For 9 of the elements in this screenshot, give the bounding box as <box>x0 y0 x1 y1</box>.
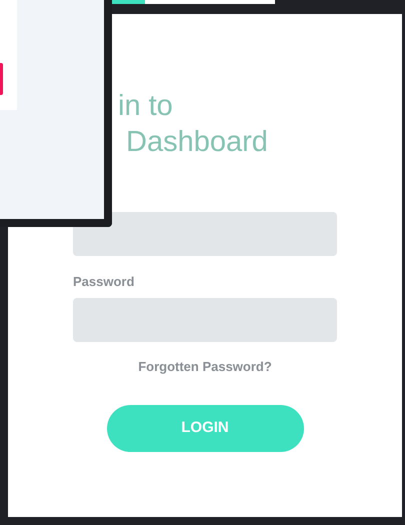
password-field[interactable] <box>73 298 337 342</box>
input-field[interactable] <box>73 212 337 256</box>
field-label: Password <box>73 273 134 291</box>
page-title: in to <box>118 89 173 124</box>
page-title: Dashboard <box>126 125 268 160</box>
login-button[interactable]: LOGIN <box>106 405 304 452</box>
active-marker <box>0 63 3 95</box>
tab-strip <box>110 0 145 4</box>
forgot-password-link[interactable]: Forgotten Password? <box>138 356 272 376</box>
